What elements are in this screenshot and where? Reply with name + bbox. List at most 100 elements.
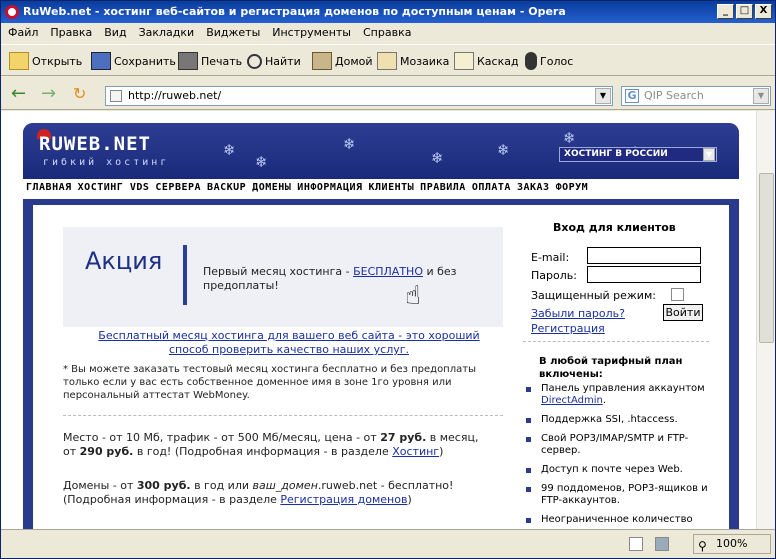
snowflake-icon: ❄: [497, 141, 510, 159]
nav-domains[interactable]: ДОМЕНЫ: [249, 179, 294, 199]
back-arrow-icon[interactable]: ←: [11, 85, 33, 104]
list-item: Доступ к почте через Web.: [523, 464, 713, 476]
vertical-scrollbar[interactable]: [756, 111, 775, 529]
hosting-info: Место - от 10 Мб, трафик - от 500 Мб/мес…: [63, 431, 483, 459]
register-link[interactable]: Регистрация: [531, 322, 605, 335]
open-label: Открыть: [32, 54, 83, 68]
email-field[interactable]: [587, 247, 701, 264]
save-label: Сохранить: [114, 54, 176, 68]
free-month-link[interactable]: Бесплатный месяц хостинга для вашего веб…: [79, 329, 499, 357]
house-icon: [312, 52, 332, 70]
nav-order[interactable]: ЗАКАЗ: [514, 179, 553, 199]
print-button[interactable]: Печать: [178, 51, 242, 71]
nav-rules[interactable]: ПРАВИЛА: [417, 179, 469, 199]
opera-logo-icon: [5, 5, 19, 19]
menu-edit[interactable]: Правка: [43, 23, 97, 40]
promo-free-link[interactable]: БЕСПЛАТНО: [353, 265, 423, 278]
magnifier-icon: [247, 53, 262, 69]
url-dropdown-icon[interactable]: ▼: [595, 88, 611, 104]
nav-forum[interactable]: ФОРУМ: [553, 179, 592, 199]
address-bar: ← → ↻ http://ruweb.net/ ▼ G QIP Search ▼: [1, 78, 775, 110]
snowflake-icon: ❄: [255, 153, 268, 171]
url-field[interactable]: http://ruweb.net/ ▼: [105, 86, 613, 106]
tile-button[interactable]: Мозаика: [377, 51, 449, 71]
secure-mode-checkbox[interactable]: [671, 288, 684, 301]
menu-tools[interactable]: Инструменты: [265, 23, 356, 40]
find-label: Найти: [265, 54, 301, 68]
floppy-icon: [91, 52, 111, 70]
promo-text-before: Первый месяц хостинга -: [203, 265, 354, 278]
domains-link[interactable]: Регистрация доменов: [280, 493, 407, 506]
image-icon[interactable]: [655, 537, 669, 551]
zoom-control[interactable]: 100% ⚲: [693, 534, 771, 554]
reload-icon[interactable]: ↻: [73, 86, 91, 104]
domains-info: Домены - от 300 руб. в год или ваш_домен…: [63, 479, 493, 507]
nav-servers[interactable]: СЕРВЕРА: [152, 179, 204, 199]
home-button[interactable]: Домой: [312, 51, 373, 71]
list-item: Свой POP3/IMAP/SMTP и FTP-сервер.: [523, 433, 713, 457]
maximize-button[interactable]: □: [736, 4, 753, 19]
hosting-text-4: ): [439, 445, 444, 458]
forward-arrow-icon[interactable]: →: [41, 85, 63, 104]
directadmin-link[interactable]: DirectAdmin: [541, 395, 603, 406]
site-frame: ❄ ❄ ❄ ❄ ❄ ❄ ❄ RUWEB.NET гибкий хостинг Х…: [23, 123, 739, 529]
menu-view[interactable]: Вид: [97, 23, 131, 40]
search-input[interactable]: G QIP Search ▼: [621, 86, 771, 106]
nav-backup[interactable]: BACKUP: [204, 179, 249, 199]
page-icon: [110, 90, 122, 102]
divider: [63, 415, 503, 416]
window-title: RuWeb.net - хостинг веб-сайтов и регистр…: [23, 5, 566, 18]
minimize-button[interactable]: _: [717, 4, 734, 19]
cascade-label: Каскад: [477, 54, 519, 68]
password-field[interactable]: [587, 266, 701, 283]
toolbar: Открыть Сохранить Печать Найти Домой Моз…: [1, 44, 775, 76]
nav-clients[interactable]: КЛИЕНТЫ: [366, 179, 418, 199]
snowflake-icon: ❄: [563, 129, 576, 147]
price-year: 290 руб.: [79, 445, 134, 458]
browser-window: RuWeb.net - хостинг веб-сайтов и регистр…: [0, 0, 776, 559]
price-month: 27 руб.: [380, 431, 427, 444]
forgot-password-link[interactable]: Забыли пароль?: [531, 307, 625, 320]
page-viewport: ❄ ❄ ❄ ❄ ❄ ❄ ❄ RUWEB.NET гибкий хостинг Х…: [1, 111, 756, 529]
search-dropdown-icon[interactable]: ▼: [753, 88, 769, 104]
voice-button[interactable]: Голос: [525, 51, 573, 71]
hosting-region-value: ХОСТИНГ В РОССИИ: [564, 149, 668, 159]
scroll-thumb[interactable]: [759, 173, 774, 343]
divider: [523, 341, 709, 342]
nav-home[interactable]: ГЛАВНАЯ: [23, 179, 75, 199]
hosting-link[interactable]: Хостинг: [392, 445, 439, 458]
login-button[interactable]: Войти: [663, 304, 703, 321]
menu-widgets[interactable]: Виджеты: [199, 23, 265, 40]
find-button[interactable]: Найти: [247, 51, 301, 71]
snowflake-icon: ❄: [343, 135, 356, 153]
promo-title: Акция: [85, 247, 163, 275]
search-placeholder: QIP Search: [644, 89, 704, 102]
list-item: Поддержка SSI, .htaccess.: [523, 414, 713, 426]
cascade-button[interactable]: Каскад: [454, 51, 519, 71]
promo-box: Акция Первый месяц хостинга - БЕСПЛАТНО …: [63, 227, 503, 327]
plan-title: В любой тарифный план включены:: [539, 356, 683, 380]
hosting-region-select[interactable]: ХОСТИНГ В РОССИИ ▼: [559, 147, 717, 162]
menu-bookmarks[interactable]: Закладки: [132, 23, 200, 40]
plan-item-text: Панель управления аккаунтом: [541, 383, 705, 394]
login-title: Вход для клиентов: [553, 221, 676, 234]
hand-cursor-icon: ☝: [405, 281, 421, 311]
nav-hosting-vds[interactable]: ХОСТИНГ VDS: [75, 179, 153, 199]
open-button[interactable]: Открыть: [9, 51, 82, 71]
magnifier-icon: ⚲: [698, 539, 707, 553]
nav-payment[interactable]: ОПЛАТА: [469, 179, 514, 199]
domain-placeholder: ваш_домен: [252, 479, 318, 492]
promo-text: Первый месяц хостинга - БЕСПЛАТНО и без …: [203, 265, 463, 293]
chevron-down-icon: ▼: [703, 148, 715, 161]
menu-file[interactable]: Файл: [1, 23, 43, 40]
list-item: Панель управления аккаунтом DirectAdmin.: [523, 383, 713, 407]
close-button[interactable]: X: [755, 4, 772, 19]
zoom-value: 100%: [716, 537, 748, 550]
menu-help[interactable]: Справка: [356, 23, 416, 40]
save-button[interactable]: Сохранить: [91, 51, 176, 71]
site-logo[interactable]: RUWEB.NET: [39, 133, 151, 155]
email-label: E-mail:: [531, 251, 570, 264]
domains-text-1: Домены - от: [63, 479, 137, 492]
nav-info[interactable]: ИНФОРМАЦИЯ: [294, 179, 365, 199]
page-info-icon[interactable]: [629, 537, 643, 551]
